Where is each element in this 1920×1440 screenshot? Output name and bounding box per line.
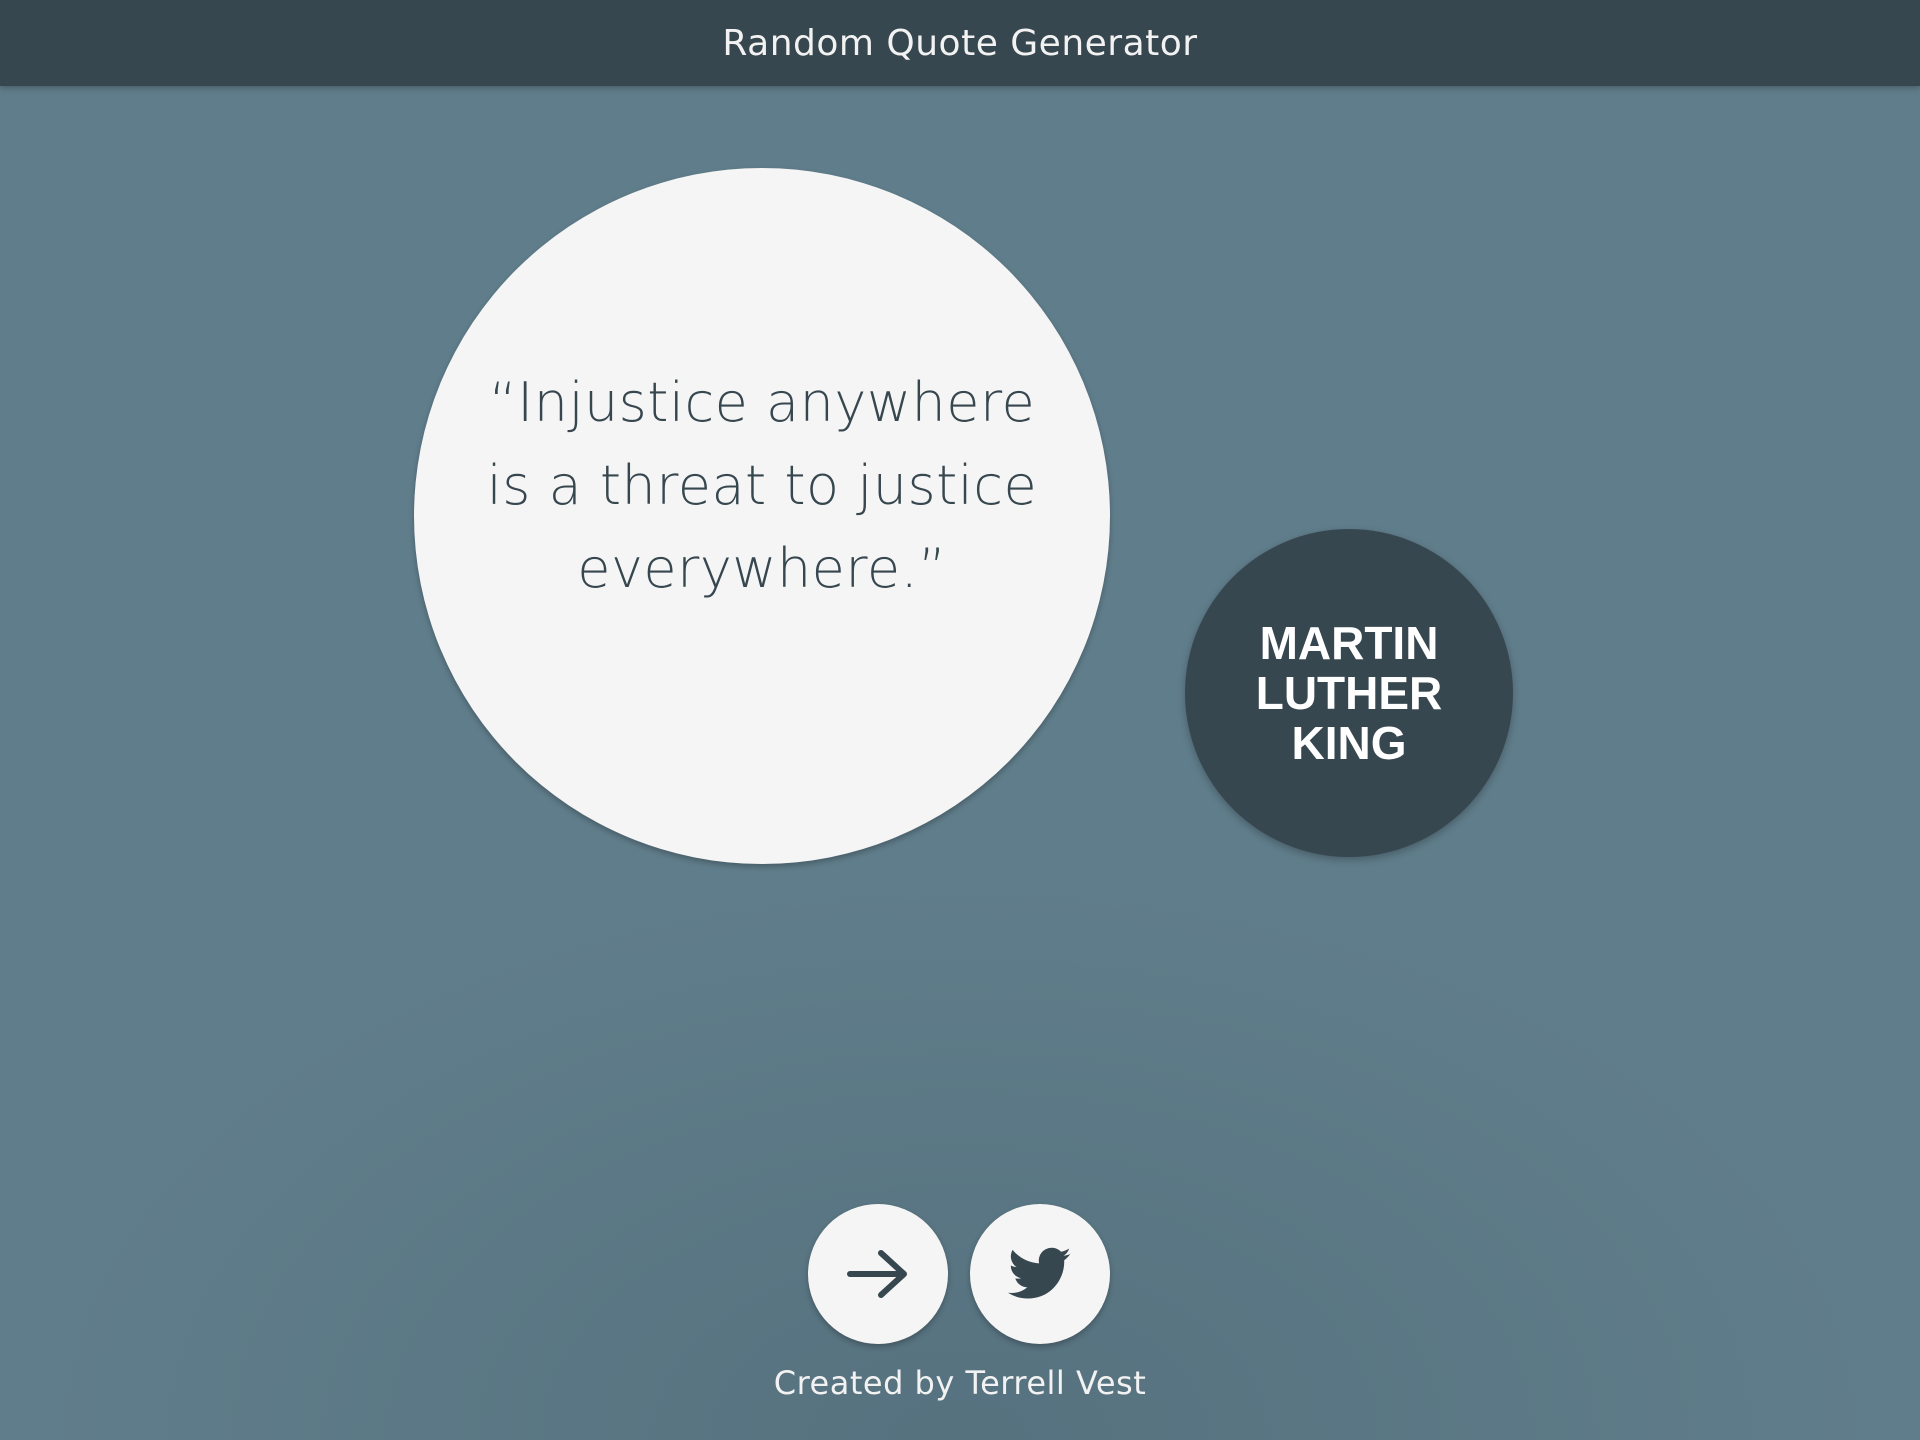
author-name: Martin Luther King bbox=[1255, 617, 1443, 769]
arrow-right-icon bbox=[847, 1249, 909, 1299]
footer-credit: Created by Terrell Vest bbox=[773, 1364, 1147, 1402]
tweet-button[interactable] bbox=[970, 1204, 1110, 1344]
twitter-bird-icon bbox=[1008, 1247, 1072, 1301]
quote-text: “Injustice anywhere is a threat to justi… bbox=[486, 370, 1038, 600]
new-quote-button[interactable] bbox=[808, 1204, 948, 1344]
author-bubble: Martin Luther King bbox=[1185, 529, 1513, 857]
app-title: Random Quote Generator bbox=[722, 22, 1198, 64]
quote-bubble: “Injustice anywhere is a threat to justi… bbox=[414, 168, 1110, 864]
app-header: Random Quote Generator bbox=[0, 0, 1920, 86]
